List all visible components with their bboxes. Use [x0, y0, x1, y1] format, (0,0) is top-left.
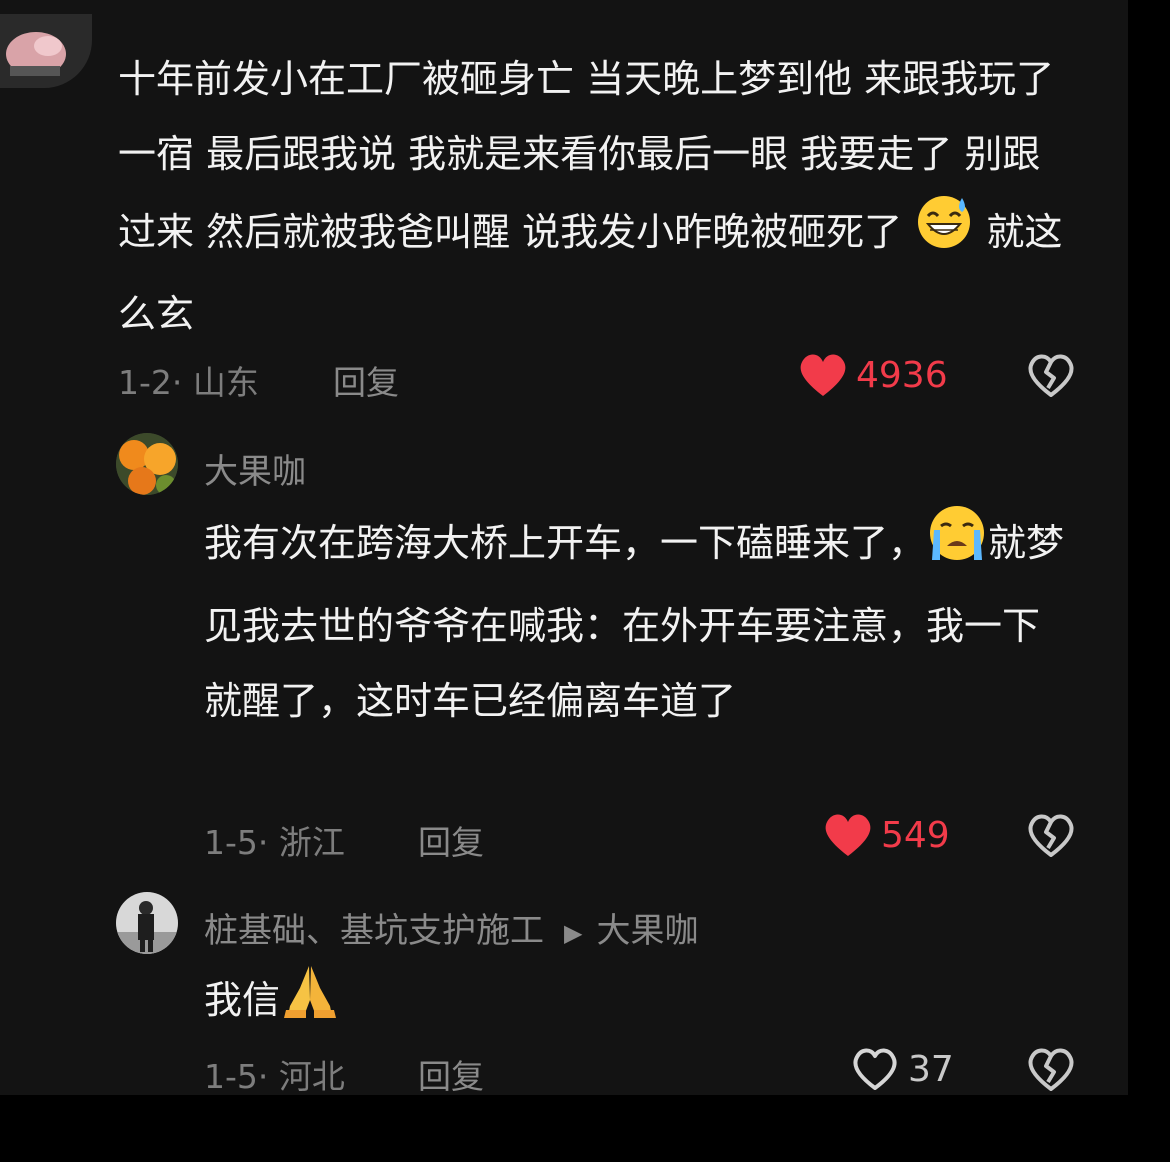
play-arrow-icon: ▶ — [564, 918, 583, 947]
right-edge-bar — [1128, 0, 1170, 1095]
date-location: 1-5· 河北 — [204, 1057, 345, 1095]
comment-text: 我信 — [204, 960, 1074, 1045]
like-count: 37 — [908, 1048, 954, 1090]
reply-header: 桩基础、基坑支护施工 ▶ 大果咖 — [204, 903, 698, 952]
comment-item: 桩基础、基坑支护施工 ▶ 大果咖 我信 1-5· 河北 回复 37 — [0, 0, 1128, 1095]
reply-to-username[interactable]: 大果咖 — [596, 911, 698, 951]
broken-heart-icon — [1028, 1048, 1074, 1091]
bottom-edge-bar — [0, 1095, 1170, 1162]
comment-text-main: 我信 — [204, 978, 281, 1022]
folded-hands-emoji — [280, 960, 340, 1045]
username[interactable]: 桩基础、基坑支护施工 — [204, 911, 544, 951]
like-button[interactable]: 37 — [850, 1046, 954, 1092]
heart-icon — [853, 1048, 897, 1090]
dislike-button[interactable] — [1026, 1046, 1076, 1095]
reply-button[interactable]: 回复 — [418, 1050, 484, 1095]
avatar[interactable] — [116, 892, 178, 954]
comment-list: 十年前发小在工厂被砸身亡 当天晚上梦到他 来跟我玩了一宿 最后跟我说 我就是来看… — [0, 0, 1128, 1095]
